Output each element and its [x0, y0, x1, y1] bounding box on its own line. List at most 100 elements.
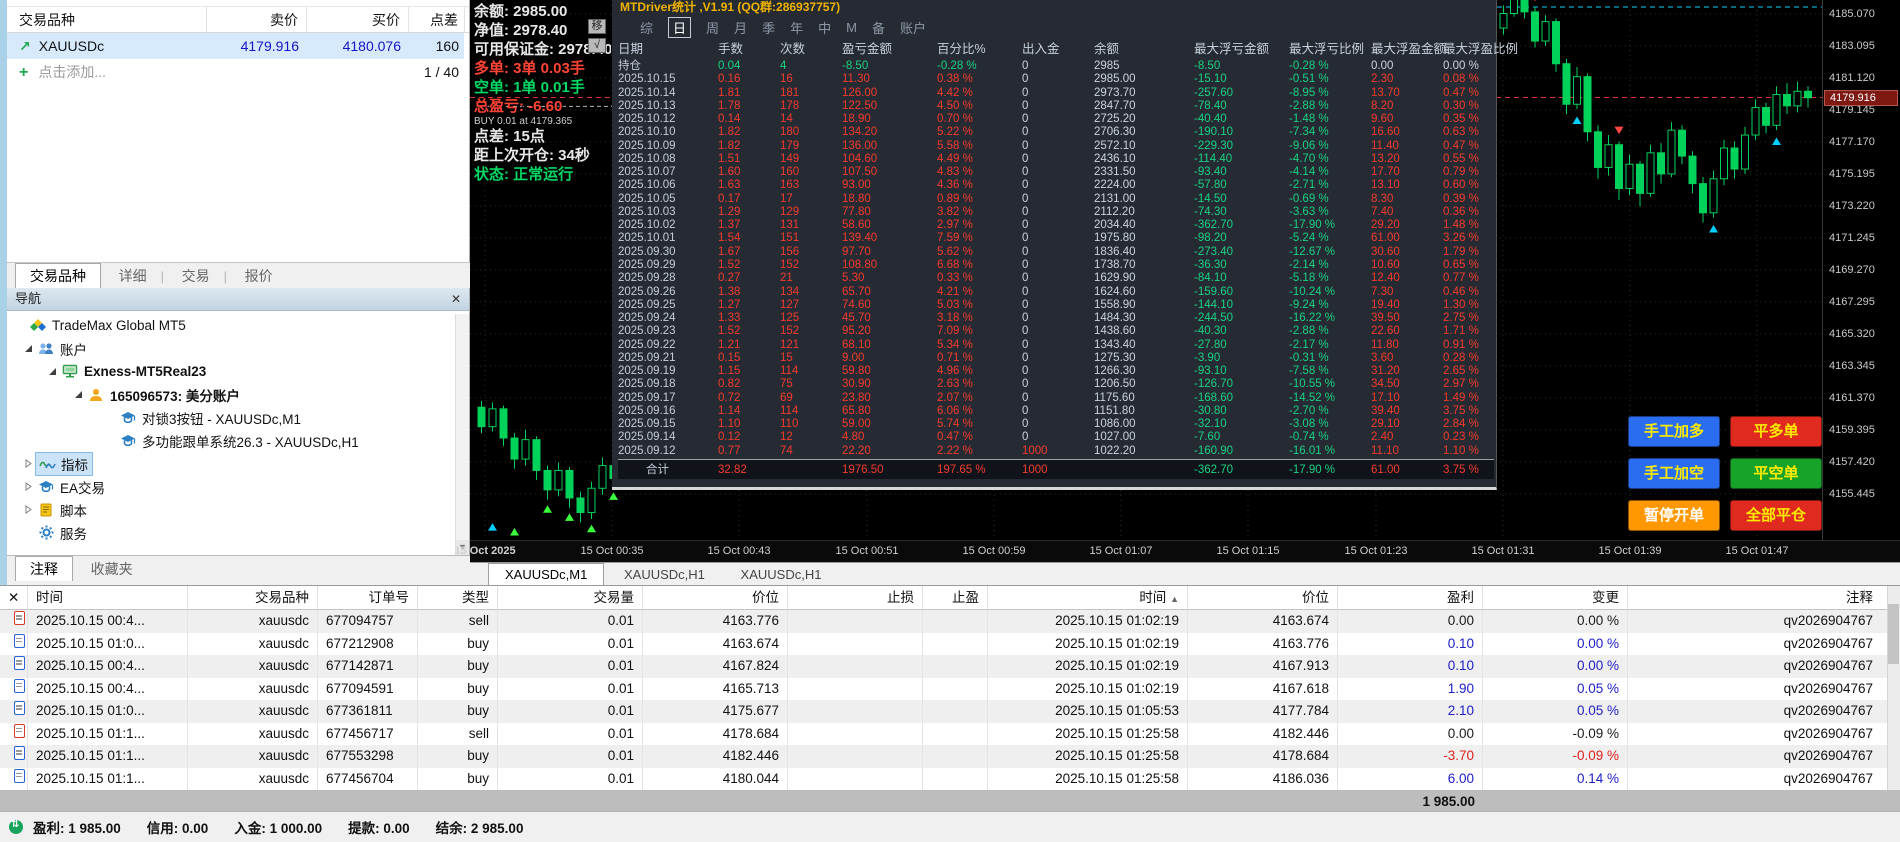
order-row-677142871[interactable]: 2025.10.15 00:4... xauusdc 677142871 buy 0.0…	[0, 655, 1900, 678]
orders-column-icon[interactable]: ✕	[0, 586, 28, 610]
tab-trading[interactable]: 交易	[168, 264, 224, 289]
orders-column-交易量[interactable]: 交易量	[498, 586, 643, 610]
close-panel-icon[interactable]: ✕	[8, 590, 19, 605]
orders-column-变更[interactable]: 变更	[1483, 586, 1628, 610]
close-icon[interactable]: ✕	[451, 288, 461, 310]
order-row-677361811[interactable]: 2025.10.15 01:0... xauusdc 677361811 buy 0.0…	[0, 700, 1900, 723]
stats-cell: -2.14 %	[1289, 258, 1329, 271]
stats-tab-季[interactable]: 季	[762, 18, 775, 37]
order-row-677094591[interactable]: 2025.10.15 00:4... xauusdc 677094591 buy 0.0…	[0, 677, 1900, 700]
candle	[1762, 106, 1770, 126]
add-symbol-row[interactable]: + 点击添加... 1 / 40	[7, 59, 464, 85]
tab-comments[interactable]: 注释	[15, 556, 73, 581]
navigator-scrollbar[interactable]: ▼	[455, 314, 469, 555]
candle	[1646, 152, 1655, 194]
nav-item-ea-follow[interactable]: 多功能跟单系统26.3 - XAUUSDc,H1	[7, 429, 455, 452]
stats-cell: -93.10	[1194, 365, 1227, 378]
price-axis[interactable]: 4185.070 4183.095 4181.120 4179.145 4177.170…	[1822, 0, 1900, 540]
orders-column-止盈[interactable]: 止盈	[923, 586, 988, 610]
tree-expanded-icon[interactable]	[45, 367, 59, 376]
chart-tab-h1[interactable]: XAUUSDc,H1	[608, 564, 721, 586]
stats-tab-账户[interactable]: 账户	[900, 18, 926, 37]
stats-tab-M[interactable]: M	[846, 20, 857, 35]
order-cell: 6.00	[1338, 767, 1483, 790]
stats-cell: 0.04	[718, 60, 741, 72]
tab-separator: |	[160, 269, 165, 284]
time-axis[interactable]: 15 Oct 2025 15 Oct 00:35 15 Oct 00:43 15 Oc…	[454, 540, 1900, 562]
order-row-677094757[interactable]: 2025.10.15 00:4... xauusdc 677094757 sell 0.…	[0, 610, 1900, 633]
orders-column-类型[interactable]: 类型	[418, 586, 498, 610]
nav-item-experts[interactable]: EA交易	[7, 475, 455, 498]
order-row-677456717[interactable]: 2025.10.15 01:1... xauusdc 677456717 sell 0.…	[0, 722, 1900, 745]
ea-move-button[interactable]: 移	[588, 19, 606, 34]
stats-tab-月[interactable]: 月	[734, 18, 747, 37]
stats-tab-备[interactable]: 备	[872, 18, 885, 37]
order-row-677212908[interactable]: 2025.10.15 01:0... xauusdc 677212908 buy 0.0…	[0, 632, 1900, 655]
stats-tab-年[interactable]: 年	[790, 18, 803, 37]
orders-column-注释[interactable]: 注释	[1628, 586, 1900, 610]
tab-symbols[interactable]: 交易品种	[15, 263, 101, 288]
tree-expanded-icon[interactable]	[21, 344, 35, 353]
nav-item-scripts[interactable]: 脚本	[7, 498, 455, 521]
nav-item-trademax[interactable]: TradeMax Global MT5	[7, 314, 455, 337]
scrollbar-thumb[interactable]	[1888, 604, 1899, 664]
chart-tab-h1-2[interactable]: XAUUSDc,H1	[725, 564, 838, 586]
nav-item-ea-hedge[interactable]: 对锁3按钮 - XAUUSDc,M1	[7, 406, 455, 429]
order-cell: 2025.10.15 01:25:58	[988, 722, 1188, 745]
order-row-677456704[interactable]: 2025.10.15 01:1... xauusdc 677456704 buy 0.0…	[0, 767, 1900, 790]
stats-tab-中[interactable]: 中	[818, 18, 831, 37]
nav-item-accounts[interactable]: 账户	[7, 337, 455, 360]
orders-column-时间[interactable]: 时间 ▲	[988, 586, 1188, 610]
orders-column-价位[interactable]: 价位	[643, 586, 788, 610]
tab-ticks[interactable]: 报价	[231, 264, 287, 289]
column-spread[interactable]: 点差	[409, 7, 465, 33]
buy-order-icon	[14, 633, 25, 648]
nav-item-indicators[interactable]: 指标	[7, 451, 455, 476]
tree-collapsed-icon[interactable]	[21, 459, 35, 468]
symbol-row-xauusdc[interactable]: ↗ XAUUSDc 4179.916 4180.076 160	[7, 33, 464, 59]
orders-summary-row: 1 985.00	[0, 790, 1900, 812]
order-cell: 2025.10.15 01:0...	[28, 632, 188, 655]
stats-cell: -3.90	[1194, 351, 1221, 364]
order-cell	[0, 767, 28, 790]
trade-button-手工加多[interactable]: 手工加多	[1628, 416, 1720, 447]
orders-scrollbar[interactable]	[1887, 586, 1900, 790]
stats-cell: -362.70	[1194, 219, 1234, 232]
stats-cell: 6.68 %	[937, 258, 973, 271]
ea-confirm-button[interactable]: √	[588, 38, 606, 53]
trade-button-全部平仓[interactable]: 全部平仓	[1730, 500, 1822, 531]
order-cell: -0.09 %	[1483, 722, 1628, 745]
column-ask[interactable]: 买价	[307, 7, 409, 33]
trade-button-暂停开单[interactable]: 暂停开单	[1628, 500, 1720, 531]
tab-details[interactable]: 详细	[105, 264, 161, 289]
nav-item-server[interactable]: Exness-MT5Real23	[7, 360, 455, 383]
order-row-677553298[interactable]: 2025.10.15 01:1... xauusdc 677553298 buy 0.0…	[0, 745, 1900, 768]
column-symbol[interactable]: 交易品种	[7, 7, 207, 33]
orders-column-盈利[interactable]: 盈利	[1338, 586, 1483, 610]
tree-collapsed-icon[interactable]	[21, 482, 35, 491]
nav-item-account-number[interactable]: 165096573: 美分账户	[7, 383, 455, 406]
stats-cell: 160	[780, 166, 800, 179]
stats-tab-综[interactable]: 综	[640, 18, 653, 37]
trade-button-手工加空[interactable]: 手工加空	[1628, 458, 1720, 489]
column-bid[interactable]: 卖价	[207, 7, 307, 33]
tree-expanded-icon[interactable]	[71, 390, 85, 399]
nav-item-services[interactable]: 服务	[7, 521, 455, 544]
tree-collapsed-icon[interactable]	[21, 505, 35, 514]
orders-column-价位[interactable]: 价位	[1188, 586, 1338, 610]
trade-button-平空单[interactable]: 平空单	[1730, 458, 1822, 489]
stats-column-label: 盈亏金额	[842, 42, 893, 56]
trade-button-平多单[interactable]: 平多单	[1730, 416, 1822, 447]
orders-column-时间[interactable]: 时间	[28, 586, 188, 610]
stats-cell: 5.58 %	[937, 139, 973, 152]
stats-tab-周[interactable]: 周	[706, 18, 719, 37]
orders-column-止损[interactable]: 止损	[788, 586, 923, 610]
orders-column-订单号[interactable]: 订单号	[318, 586, 418, 610]
stats-tab-日[interactable]: 日	[668, 16, 692, 38]
tab-favorites[interactable]: 收藏夹	[77, 557, 147, 582]
stats-cell: -168.60	[1194, 391, 1234, 404]
stats-cell: -4.70 %	[1289, 152, 1329, 165]
orders-column-交易品种[interactable]: 交易品种	[188, 586, 318, 610]
chart-tab-m1[interactable]: XAUUSDc,M1	[488, 563, 605, 585]
statistics-table: 日期 手数 次数 盈亏金额 百分比% 出入金 余额 最大浮亏金额 最大浮亏比例 最大浮盈金额 最大浮…	[618, 38, 1518, 481]
